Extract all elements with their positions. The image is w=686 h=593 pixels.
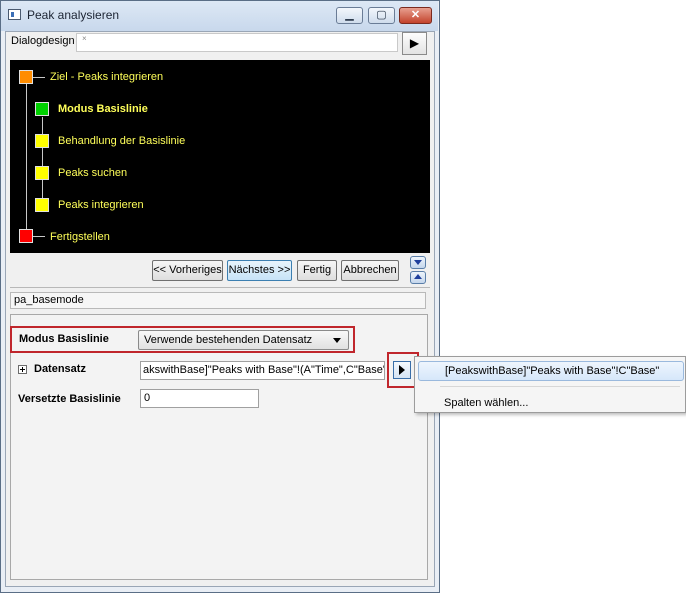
step-label-baseline-treatment[interactable]: Behandlung der Basislinie bbox=[58, 135, 185, 147]
step-label-find-peaks[interactable]: Peaks suchen bbox=[58, 167, 127, 179]
step-node-integrate-peaks[interactable] bbox=[35, 198, 49, 212]
step-node-goal[interactable] bbox=[19, 70, 33, 84]
dialog-design-field[interactable]: × bbox=[76, 33, 398, 52]
step-tree: Ziel - Peaks integrieren Modus Basislini… bbox=[10, 60, 430, 253]
step-node-baseline-mode[interactable] bbox=[35, 102, 49, 116]
dataset-label: Datensatz bbox=[34, 363, 86, 375]
previous-button[interactable]: << Vorheriges bbox=[152, 260, 223, 281]
window-title: Peak analysieren bbox=[27, 8, 120, 22]
finish-button[interactable]: Fertig bbox=[297, 260, 337, 281]
tree-connector-main bbox=[26, 82, 27, 236]
step-label-finish[interactable]: Fertigstellen bbox=[50, 231, 110, 243]
close-button[interactable]: ✕ bbox=[399, 7, 432, 24]
popup-divider bbox=[440, 386, 680, 387]
step-node-finish[interactable] bbox=[19, 229, 33, 243]
settings-panel bbox=[10, 314, 428, 580]
offset-baseline-label: Versetzte Basislinie bbox=[18, 393, 121, 405]
cancel-button[interactable]: Abbrechen bbox=[341, 260, 399, 281]
tree-connector-root bbox=[33, 77, 45, 78]
tree-connector-end bbox=[33, 236, 45, 237]
next-button[interactable]: Nächstes >> bbox=[227, 260, 292, 281]
popup-item-dataset[interactable]: [PeakswithBase]"Peaks with Base"!C"Base" bbox=[418, 361, 684, 381]
dataset-input[interactable]: akswithBase]"Peaks with Base"!(A"Time",C… bbox=[140, 361, 385, 380]
expand-up-icon[interactable] bbox=[410, 271, 426, 284]
step-label-goal[interactable]: Ziel - Peaks integrieren bbox=[50, 71, 163, 83]
step-label-integrate-peaks[interactable]: Peaks integrieren bbox=[58, 199, 144, 211]
theme-name-field: pa_basemode bbox=[10, 292, 426, 309]
expand-plus-icon[interactable] bbox=[18, 365, 27, 374]
tree-connector-sub bbox=[42, 117, 43, 211]
offset-baseline-input[interactable]: 0 bbox=[140, 389, 259, 408]
baseline-mode-select[interactable]: Verwende bestehenden Datensatz bbox=[138, 330, 349, 350]
chevron-down-icon bbox=[333, 338, 341, 343]
minimize-button[interactable]: ▁ bbox=[336, 7, 363, 24]
maximize-button[interactable]: ▢ bbox=[368, 7, 395, 24]
popup-item-select-columns[interactable]: Spalten wählen... bbox=[444, 397, 528, 409]
dataset-menu-arrow-button[interactable] bbox=[393, 361, 411, 379]
step-node-baseline-treatment[interactable] bbox=[35, 134, 49, 148]
step-node-find-peaks[interactable] bbox=[35, 166, 49, 180]
baseline-mode-value: Verwende bestehenden Datensatz bbox=[144, 334, 313, 346]
dialog-design-arrow-button[interactable]: ▶ bbox=[402, 32, 427, 55]
collapse-down-icon[interactable] bbox=[410, 256, 426, 269]
divider bbox=[10, 287, 430, 288]
step-label-baseline-mode[interactable]: Modus Basislinie bbox=[58, 103, 148, 115]
baseline-mode-label: Modus Basislinie bbox=[19, 333, 109, 345]
dialog-design-label: Dialogdesign bbox=[11, 35, 75, 47]
app-icon bbox=[8, 9, 21, 20]
